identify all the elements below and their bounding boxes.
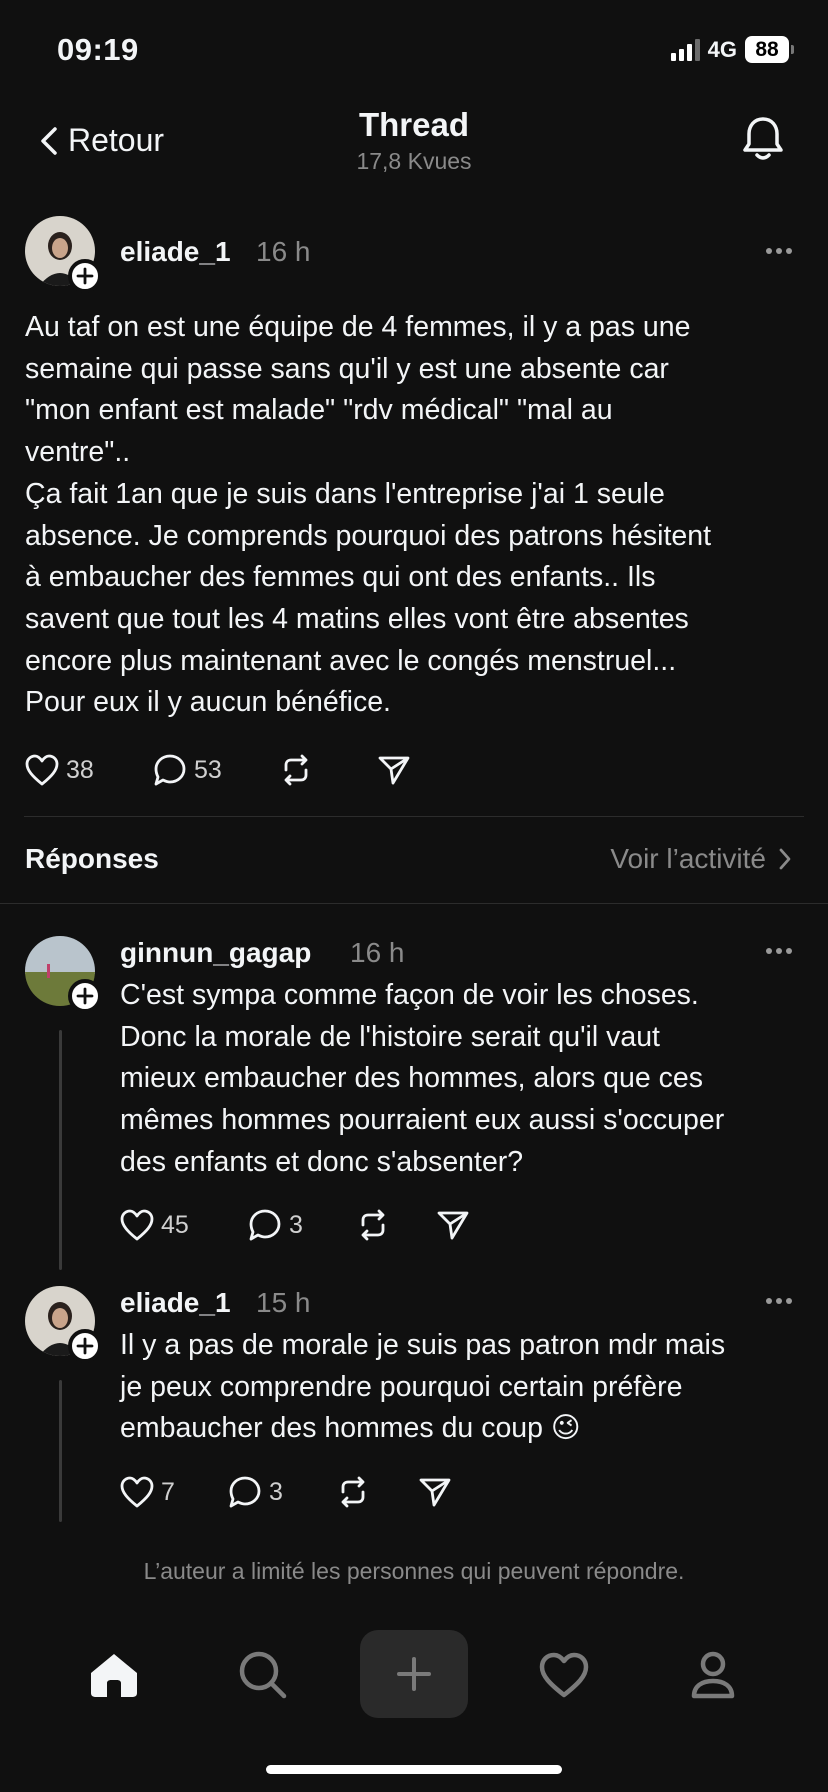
comment-icon: [154, 754, 186, 786]
post-time: 16 h: [256, 236, 311, 267]
thread-line: [59, 1380, 62, 1522]
post-line: encore plus maintenant avec le congés me…: [25, 644, 677, 677]
send-icon: [378, 756, 410, 785]
thread-line: [59, 1030, 62, 1270]
repost-icon: [284, 754, 308, 786]
heart-icon: [120, 1476, 154, 1508]
reply-text: C'est sympa comme façon de voir les chos…: [120, 975, 724, 1184]
home-icon: [91, 1654, 137, 1697]
tab-home[interactable]: [69, 1630, 159, 1720]
reply-line: mêmes hommes pourraient eux aussi s'occu…: [120, 1104, 725, 1137]
like-count: 7: [161, 1477, 175, 1506]
search-icon: [239, 1651, 287, 1699]
post-line: Au taf on est une équipe de 4 femmes, il…: [25, 311, 691, 343]
reply-username[interactable]: eliade_1: [120, 1287, 231, 1319]
status-right: 4G 88: [670, 36, 794, 63]
post-line: ventre"..: [25, 436, 131, 469]
post-line: Pour eux il y aucun bénéfice.: [25, 686, 391, 719]
follow-plus-icon[interactable]: [68, 979, 102, 1013]
reply-text: Il y a pas de morale je suis pas patron …: [120, 1325, 725, 1450]
plus-icon: [397, 1657, 431, 1691]
reply-actions: 45 3: [119, 1207, 471, 1243]
post-line: Ça fait 1an que je suis dans l'entrepris…: [25, 477, 665, 510]
heart-icon: [25, 754, 59, 786]
share-button[interactable]: [435, 1207, 471, 1243]
tab-profile[interactable]: [668, 1630, 758, 1720]
share-button[interactable]: [417, 1474, 453, 1510]
reply-line: embaucher des hommes du coup 😉: [120, 1412, 581, 1445]
reply-actions: 7 3: [119, 1474, 453, 1510]
divider: [0, 903, 828, 904]
more-options-icon[interactable]: [766, 1298, 792, 1304]
bell-icon: [743, 117, 783, 160]
repost-icon: [341, 1476, 365, 1508]
reply-line: Donc la morale de l'histoire serait qu'i…: [120, 1020, 660, 1053]
comment-count: 3: [289, 1210, 303, 1239]
reply-line: des enfants et donc s'absenter?: [120, 1145, 524, 1178]
profile-icon: [691, 1651, 735, 1699]
page-title: Thread: [358, 106, 470, 143]
views-count: 17,8 Kvues: [356, 148, 472, 174]
post-line: absence. Je comprends pourquoi des patro…: [25, 519, 712, 552]
tab-search[interactable]: [218, 1630, 308, 1720]
bell-button[interactable]: [740, 114, 786, 167]
signal-icon: [670, 38, 700, 61]
like-count: 45: [161, 1210, 189, 1239]
repost-icon: [361, 1209, 385, 1241]
reply-time: 15 h: [256, 1287, 311, 1318]
status-bar: 09:19 4G 88: [0, 0, 828, 100]
post-line: semaine qui passe sans qu'il y est une a…: [25, 352, 669, 385]
status-time: 09:19: [57, 32, 139, 67]
repost-button[interactable]: [355, 1207, 435, 1243]
repost-button[interactable]: [278, 752, 376, 788]
post-username[interactable]: eliade_1: [120, 236, 231, 268]
like-button[interactable]: 38: [24, 753, 152, 787]
reply-line: je peux comprendre pourquoi certain préf…: [120, 1370, 683, 1403]
comment-icon: [249, 1209, 281, 1241]
like-button[interactable]: 7: [119, 1475, 227, 1509]
tab-activity[interactable]: [519, 1630, 609, 1720]
post-line: à embaucher des femmes qui ont des enfan…: [25, 561, 656, 594]
battery-level: 88: [745, 36, 789, 63]
battery-icon: 88: [745, 36, 794, 63]
reply-username[interactable]: ginnun_gagap: [120, 937, 311, 969]
comment-icon: [229, 1476, 261, 1508]
reply-line: Il y a pas de morale je suis pas patron …: [120, 1329, 726, 1361]
divider: [24, 816, 804, 817]
reply-limit-note: L’auteur a limité les personnes qui peuv…: [143, 1558, 685, 1584]
follow-plus-icon[interactable]: [68, 1329, 102, 1363]
comment-button[interactable]: 3: [227, 1474, 335, 1510]
network-type: 4G: [707, 36, 737, 62]
tab-bar: [0, 1630, 828, 1730]
send-icon: [419, 1478, 451, 1507]
chevron-right-icon: [779, 848, 791, 870]
reply-line: mieux embaucher des hommes, alors que ce…: [120, 1062, 703, 1095]
post-line: "mon enfant est malade" "rdv médical" "m…: [25, 394, 613, 427]
more-options-icon[interactable]: [766, 248, 792, 254]
like-count: 38: [66, 755, 94, 784]
more-options-icon[interactable]: [766, 948, 792, 954]
tab-create[interactable]: [360, 1630, 468, 1718]
replies-title: Réponses: [25, 843, 159, 874]
comment-button[interactable]: 3: [247, 1207, 355, 1243]
comment-button[interactable]: 53: [152, 752, 278, 788]
repost-button[interactable]: [335, 1474, 417, 1510]
follow-plus-icon[interactable]: [68, 259, 102, 293]
heart-icon: [539, 1652, 589, 1698]
post-line: savent que tout les 4 matins elles vont …: [25, 602, 689, 635]
reply-line: C'est sympa comme façon de voir les chos…: [120, 979, 699, 1011]
home-indicator: [266, 1765, 562, 1774]
reply-time: 16 h: [350, 937, 405, 968]
post-text: Au taf on est une équipe de 4 femmes, il…: [25, 307, 711, 724]
activity-label: Voir l’activité: [610, 843, 766, 874]
send-icon: [437, 1211, 469, 1240]
comment-count: 3: [269, 1477, 283, 1506]
like-button[interactable]: 45: [119, 1208, 247, 1242]
share-button[interactable]: [376, 752, 412, 788]
nav-bar: Retour Thread 17,8 Kvues: [0, 100, 828, 190]
comment-count: 53: [194, 755, 222, 784]
heart-icon: [120, 1209, 154, 1241]
post-actions: 38 53: [24, 752, 412, 788]
view-activity-link[interactable]: Voir l’activité: [610, 843, 792, 875]
